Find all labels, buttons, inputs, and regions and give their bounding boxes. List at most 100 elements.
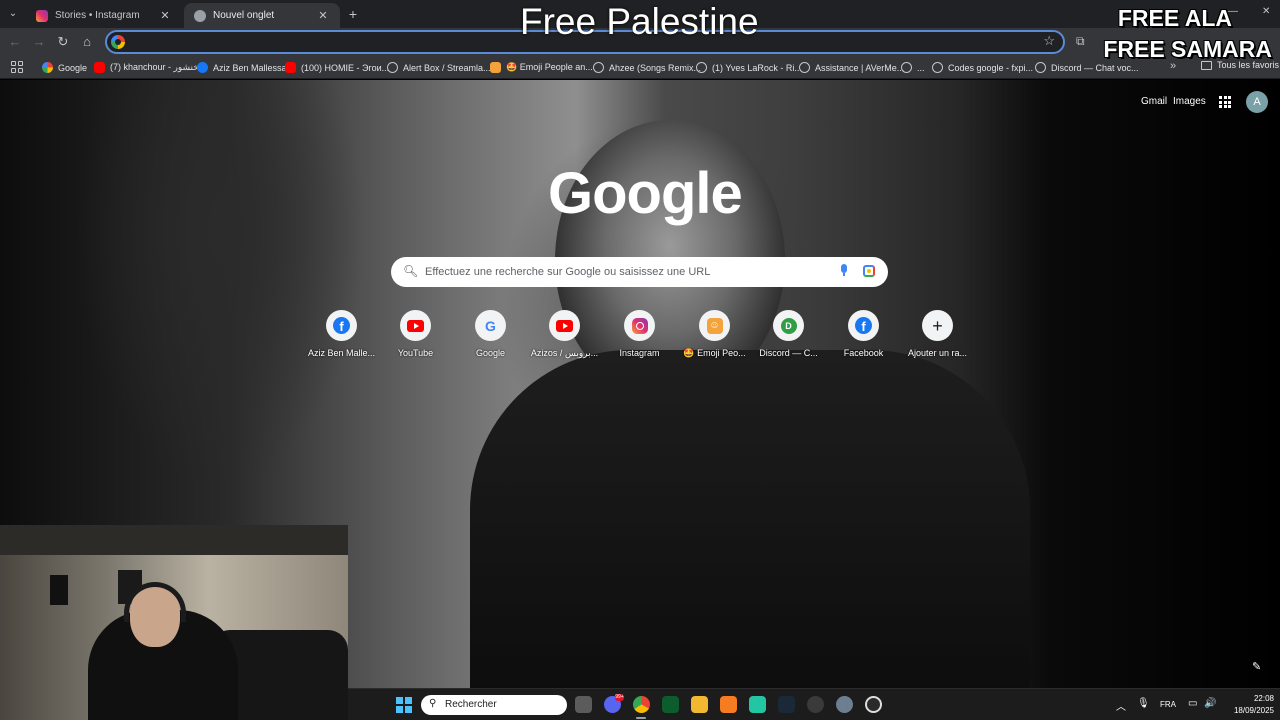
bookmark-item[interactable]: (100) HOMIE - Эгои...	[285, 60, 389, 75]
windows-start-icon[interactable]	[396, 697, 412, 713]
tab-close-icon[interactable]: ✕	[316, 9, 330, 22]
search-input[interactable]	[425, 263, 825, 281]
tray-chevron-icon[interactable]: ︿	[1116, 698, 1126, 713]
shortcut-tile[interactable]: Instagram	[602, 310, 677, 358]
shortcut-tile[interactable]: f Facebook	[826, 310, 901, 358]
instagram-icon	[36, 9, 48, 22]
images-link[interactable]: Images	[1173, 96, 1206, 107]
extensions-icon[interactable]: ⧉	[1076, 34, 1085, 49]
shortcut-label: Aziz Ben Malle...	[307, 348, 376, 358]
plus-icon: +	[932, 315, 943, 336]
tab-label: Stories • Instagram	[55, 10, 140, 21]
voice-search-icon[interactable]	[840, 264, 848, 276]
add-shortcut-tile[interactable]: + Ajouter un ra...	[900, 310, 975, 358]
instagram-icon	[631, 317, 648, 334]
globe-icon	[799, 62, 810, 73]
google-logo: Google	[548, 161, 743, 226]
google-lens-icon[interactable]	[863, 265, 875, 277]
apps-grid-icon[interactable]	[11, 61, 23, 73]
taskbar-clock[interactable]: 22:08 18/09/2025	[1198, 693, 1274, 717]
youtube-icon	[407, 319, 424, 332]
search-icon: 🔍︎	[403, 264, 419, 278]
bookmark-item[interactable]: Assistance | AVerMe...	[799, 60, 904, 75]
bookmark-star-icon[interactable]: ☆	[1043, 33, 1055, 49]
webcam-poster	[50, 575, 68, 605]
google-search-box[interactable]: 🔍︎	[391, 257, 888, 287]
shortcut-label: Google	[475, 348, 506, 358]
shortcut-tile[interactable]: ☺ 🤩 Emoji Peo...	[677, 310, 752, 359]
emoji-icon	[490, 62, 501, 73]
webcam-wall	[0, 525, 348, 555]
globe-icon	[932, 62, 943, 73]
bookmark-item[interactable]: (7) khanchour - خنشور	[94, 60, 199, 75]
shortcut-label: YouTube	[397, 348, 434, 358]
bookmarks-bar: Google (7) khanchour - خنشور Aziz Ben Ma…	[0, 56, 1280, 79]
globe-icon	[901, 62, 912, 73]
forward-button[interactable]: →	[31, 34, 47, 50]
globe-icon	[387, 62, 398, 73]
bookmark-item[interactable]: ...	[901, 60, 925, 75]
razer-icon[interactable]	[662, 696, 679, 713]
app-a-icon[interactable]	[720, 696, 737, 713]
bookmark-item[interactable]: (1) Yves LaRock - Ri...	[696, 60, 802, 75]
tab-instagram[interactable]: Stories • Instagram ✕	[26, 3, 182, 28]
chrome-icon	[194, 9, 206, 22]
youtube-icon	[94, 62, 105, 73]
taskbar-search[interactable]: ⚲ Rechercher	[421, 695, 567, 715]
shortcut-tile[interactable]: Azizos / بروبس...	[527, 310, 602, 359]
file-explorer-icon[interactable]	[575, 696, 592, 713]
bookmark-item[interactable]: 🤩 Emoji People an...	[490, 60, 593, 75]
app-icon[interactable]	[807, 696, 824, 713]
account-avatar[interactable]: A	[1246, 91, 1268, 113]
bookmark-item[interactable]: Alert Box / Streamla...	[387, 60, 491, 75]
language-indicator[interactable]: FRA	[1160, 700, 1176, 709]
microphone-icon[interactable]: 🎙	[1137, 698, 1150, 709]
gmail-link[interactable]: Gmail	[1141, 96, 1167, 107]
network-icon[interactable]: ▭	[1188, 698, 1197, 709]
shortcut-tile[interactable]: f Aziz Ben Malle...	[304, 310, 379, 358]
bookmark-item[interactable]: Aziz Ben Mallessa	[197, 60, 287, 75]
chrome-icon[interactable]	[633, 696, 650, 713]
clock-time: 22:08	[1253, 694, 1274, 703]
discord-icon: D	[780, 317, 797, 334]
google-icon: G	[485, 317, 496, 334]
streamlabs-icon[interactable]	[749, 696, 766, 713]
tab-close-icon[interactable]: ✕	[158, 9, 172, 22]
reload-button[interactable]: ↻	[55, 34, 71, 50]
tab-new-tab[interactable]: Nouvel onglet ✕	[184, 3, 340, 28]
settings-gear-icon[interactable]	[836, 696, 853, 713]
active-app-indicator	[636, 717, 646, 719]
google-apps-icon[interactable]	[1219, 96, 1231, 108]
shortcut-label: Instagram	[619, 348, 660, 358]
overlay-line-1: FREE ALA	[1117, 5, 1232, 31]
folder-icon[interactable]	[691, 696, 708, 713]
steam-icon[interactable]	[778, 696, 795, 713]
shortcut-label: Discord — C...	[759, 348, 818, 358]
bookmark-item[interactable]: Ahzee (Songs Remix...	[593, 60, 701, 75]
clock-date: 18/09/2025	[1233, 706, 1274, 715]
shortcut-tile[interactable]: D Discord — C...	[751, 310, 826, 358]
home-button[interactable]: ⌂	[79, 34, 95, 50]
new-tab-button[interactable]: +	[345, 6, 361, 22]
facebook-icon	[197, 62, 208, 73]
bookmark-item[interactable]: Codes google - fxpi...	[932, 60, 1033, 75]
close-window-icon[interactable]: ✕	[1262, 6, 1270, 17]
google-icon	[111, 35, 125, 49]
shortcut-tile[interactable]: YouTube	[378, 310, 453, 358]
globe-icon	[593, 62, 604, 73]
tab-label: Nouvel onglet	[213, 10, 275, 21]
shortcut-label: Azizos / بروبس...	[530, 348, 599, 358]
background-figure	[470, 350, 1030, 688]
bookmark-item[interactable]: Google	[42, 60, 87, 75]
tab-search-chevron-icon[interactable]: ⌄	[4, 5, 22, 23]
shortcut-label: 🤩 Emoji Peo...	[683, 348, 746, 358]
shortcut-label: Ajouter un ra...	[907, 348, 968, 358]
search-icon: ⚲	[429, 698, 437, 709]
media-player-icon[interactable]	[865, 696, 882, 713]
customize-pencil-icon[interactable]: ✎	[1252, 660, 1261, 673]
google-icon	[42, 62, 53, 73]
shortcut-tile[interactable]: G Google	[453, 310, 528, 358]
back-button[interactable]: ←	[7, 34, 23, 50]
globe-icon	[1035, 62, 1046, 73]
taskbar-search-label: Rechercher	[445, 699, 497, 710]
